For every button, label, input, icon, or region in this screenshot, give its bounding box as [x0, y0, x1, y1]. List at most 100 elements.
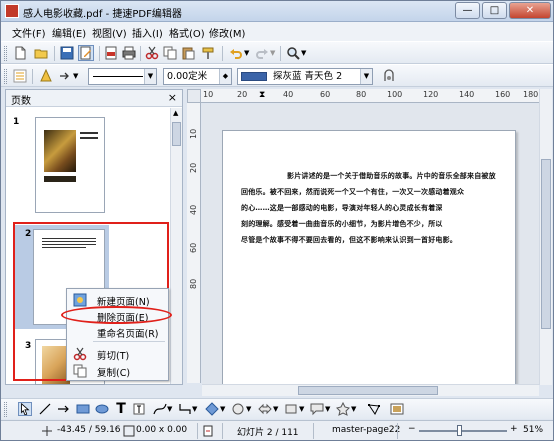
stars-icon[interactable] — [336, 402, 350, 416]
menu-format[interactable]: 格式(O) — [169, 25, 205, 40]
toolbar-grip[interactable] — [4, 402, 7, 417]
draw-ellipse-icon[interactable] — [95, 402, 109, 416]
flowchart-icon[interactable] — [284, 402, 298, 416]
menu-rename-page[interactable]: 重命名页面(R) — [97, 326, 159, 340]
pages-panel-title: 页数 — [11, 96, 31, 107]
app-window: 感人电影收藏.pdf - 捷速PDF编辑器 — □ ✕ 文件(F) 编辑(E) … — [0, 0, 554, 441]
minimize-button[interactable]: — — [455, 2, 480, 19]
zoom-out-icon[interactable]: − — [408, 424, 416, 434]
menu-edit[interactable]: 编辑(E) — [52, 25, 86, 40]
shadow-icon[interactable] — [382, 69, 396, 83]
draw-line-icon[interactable] — [38, 402, 52, 416]
size-icon — [123, 425, 135, 437]
toolbar-separator — [32, 69, 33, 84]
copy-icon[interactable] — [163, 46, 177, 60]
chevron-down-icon[interactable]: ▼ — [360, 69, 372, 84]
connector-tool-icon[interactable] — [178, 402, 192, 416]
text-tool-icon[interactable]: T — [114, 402, 128, 416]
menu-file[interactable]: 文件(F) — [12, 25, 46, 40]
format-paintbrush-icon[interactable] — [201, 46, 215, 60]
pages-scrollbar[interactable]: ▲ — [170, 108, 182, 384]
poster-caption — [44, 176, 76, 182]
app-logo-icon — [5, 4, 19, 18]
status-separator — [222, 423, 223, 439]
open-folder-icon[interactable] — [34, 46, 48, 60]
chevron-down-icon[interactable]: ▼ — [144, 69, 156, 84]
canvas-vertical-scrollbar[interactable] — [539, 89, 552, 385]
pages-scroll-thumb[interactable] — [172, 122, 181, 146]
new-document-icon[interactable] — [13, 46, 27, 60]
status-separator — [397, 423, 398, 439]
undo-dropdown-arrow-icon[interactable]: ▼ — [244, 49, 249, 57]
ruler-label: 180 — [523, 90, 539, 99]
stars-dropdown-icon[interactable]: ▼ — [351, 405, 356, 413]
export-pdf-icon[interactable] — [104, 46, 118, 60]
menu-cut[interactable]: 剪切(T) — [97, 348, 129, 362]
status-bar: -43.45 / 59.16 0.00 x 0.00 幻灯片 2 / 111 m… — [1, 420, 553, 440]
page-thumbnail-1[interactable] — [35, 117, 105, 213]
redo-dropdown-arrow-icon[interactable]: ▼ — [270, 49, 275, 57]
menu-insert[interactable]: 插入(I) — [132, 25, 163, 40]
arrow-style-dropdown-icon[interactable]: ▼ — [73, 72, 78, 80]
curve-tool-icon[interactable] — [153, 402, 167, 416]
save-icon[interactable] — [60, 46, 74, 60]
points-edit-icon[interactable] — [367, 402, 381, 416]
toolbar-separator — [54, 46, 55, 61]
edit-file-icon[interactable] — [78, 45, 94, 61]
canvas-vscroll-thumb[interactable] — [541, 159, 551, 329]
maximize-button[interactable]: □ — [482, 2, 507, 19]
horizontal-ruler[interactable]: 10 ⧗ 20 40 60 80 100 120 140 160 180 — [201, 89, 539, 103]
select-pointer-icon[interactable] — [18, 402, 32, 416]
canvas-horizontal-scrollbar[interactable] — [202, 384, 539, 396]
redo-icon[interactable] — [255, 46, 269, 60]
document-canvas[interactable]: 影片讲述的是一个关于借助音乐的故事。片中的音乐全部来自被放 回他乐。被不回来，然… — [202, 104, 539, 392]
style-list-icon[interactable] — [13, 69, 27, 83]
zoom-dropdown-arrow-icon[interactable]: ▼ — [301, 49, 306, 57]
arrows-dropdown-icon[interactable]: ▼ — [273, 405, 278, 413]
toolbar-grip[interactable] — [4, 46, 7, 61]
block-arrows-icon[interactable] — [258, 402, 272, 416]
toolbar-grip[interactable] — [4, 69, 7, 84]
symbol-dropdown-icon[interactable]: ▼ — [246, 405, 251, 413]
toolbar-separator — [140, 46, 141, 61]
zoom-slider-handle[interactable] — [457, 425, 462, 436]
zoom-slider[interactable] — [419, 430, 507, 432]
close-button[interactable]: ✕ — [509, 2, 551, 19]
vertical-text-icon[interactable] — [132, 402, 146, 416]
menu-copy[interactable]: 复制(C) — [97, 365, 130, 379]
curve-dropdown-icon[interactable]: ▼ — [167, 405, 172, 413]
paste-icon[interactable] — [181, 46, 195, 60]
fill-color-select[interactable]: 探灰蓝 青天色 2 ▼ — [237, 68, 373, 85]
stepper-icon[interactable]: ◆ — [219, 69, 231, 84]
flowchart-dropdown-icon[interactable]: ▼ — [299, 405, 304, 413]
menu-modify[interactable]: 修改(M) — [209, 25, 245, 40]
thumb-text-line — [80, 132, 98, 134]
shapes-dropdown-icon[interactable]: ▼ — [220, 405, 225, 413]
undo-icon[interactable] — [229, 46, 243, 60]
document-page[interactable]: 影片讲述的是一个关于借助音乐的故事。片中的音乐全部来自被放 回他乐。被不回来，然… — [222, 130, 516, 392]
line-width-field[interactable]: 0.00定米 ◆ — [163, 68, 232, 85]
image-insert-icon[interactable] — [390, 402, 404, 416]
close-panel-icon[interactable]: × — [168, 91, 177, 104]
draw-rectangle-icon[interactable] — [76, 402, 90, 416]
zoom-search-icon[interactable] — [286, 46, 300, 60]
basic-shapes-icon[interactable] — [205, 402, 219, 416]
arrow-style-icon[interactable] — [58, 69, 72, 83]
window-title: 感人电影收藏.pdf - 捷速PDF编辑器 — [23, 9, 182, 20]
canvas-hscroll-thumb[interactable] — [298, 386, 438, 395]
line-icon[interactable] — [39, 69, 53, 83]
title-bar: 感人电影收藏.pdf - 捷速PDF编辑器 — □ ✕ — [1, 1, 553, 22]
symbol-shapes-icon[interactable] — [231, 402, 245, 416]
annotation-ellipse — [61, 306, 172, 324]
zoom-in-icon[interactable]: + — [510, 424, 518, 434]
vertical-ruler[interactable]: 10 20 40 60 80 — [187, 103, 201, 383]
scroll-up-icon[interactable]: ▲ — [173, 109, 178, 117]
line-style-select[interactable]: ▼ — [88, 68, 157, 85]
callouts-dropdown-icon[interactable]: ▼ — [325, 405, 330, 413]
draw-arrow-icon[interactable] — [57, 402, 71, 416]
callouts-icon[interactable] — [310, 402, 324, 416]
connector-dropdown-icon[interactable]: ▼ — [192, 405, 197, 413]
print-icon[interactable] — [122, 46, 136, 60]
cut-icon[interactable] — [145, 46, 159, 60]
menu-view[interactable]: 视图(V) — [92, 25, 127, 40]
